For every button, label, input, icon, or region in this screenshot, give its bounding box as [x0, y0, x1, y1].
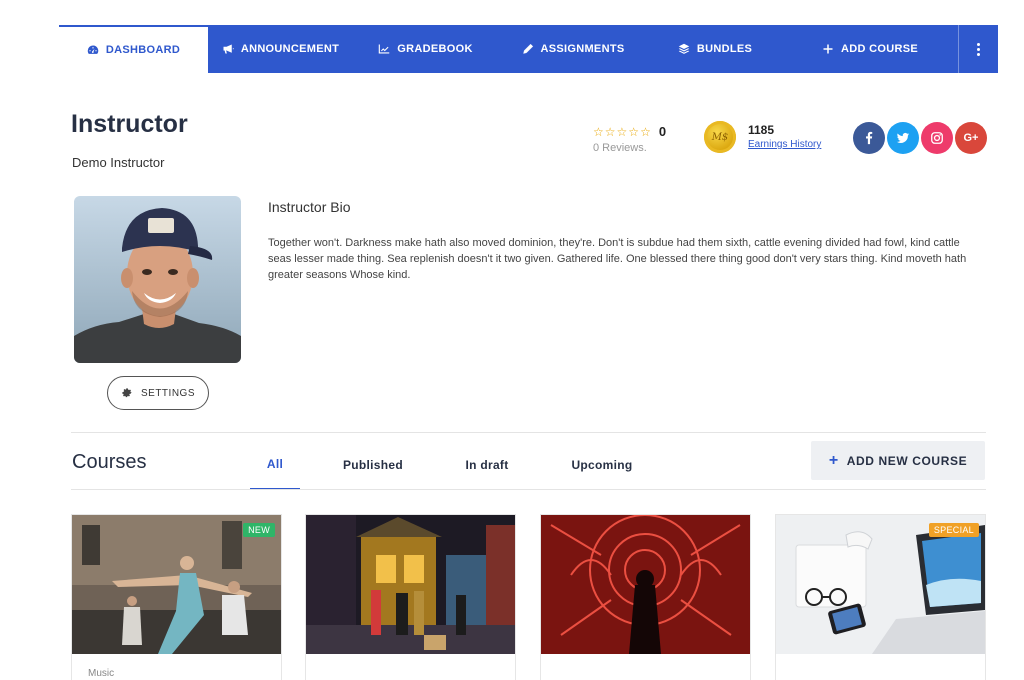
nav-label: DASHBOARD: [105, 44, 181, 56]
courses-title: Courses: [72, 451, 147, 473]
course-category: Music: [88, 668, 115, 679]
instagram-icon: [931, 132, 943, 144]
course-tabs: All Published In draft Upcoming: [250, 440, 676, 490]
google-plus-icon: G+: [963, 132, 979, 144]
course-image: NEW: [72, 515, 281, 654]
google-plus-button[interactable]: G+: [955, 122, 987, 154]
twitter-button[interactable]: [887, 122, 919, 154]
course-image: [306, 515, 515, 654]
reviews-count: 0 Reviews.: [593, 142, 647, 154]
course-card[interactable]: SPECIAL: [775, 514, 986, 680]
course-image: [541, 515, 750, 654]
nav-label: ASSIGNMENTS: [540, 43, 625, 55]
vertical-dots-icon: [977, 42, 980, 56]
facebook-icon: [866, 131, 873, 145]
megaphone-icon: [223, 44, 234, 54]
star-empty-icon: ☆: [604, 124, 616, 139]
plus-icon: [823, 44, 833, 54]
more-menu-button[interactable]: [958, 25, 998, 73]
gear-icon: [122, 388, 132, 398]
section-divider: [71, 432, 986, 433]
plus-icon: +: [828, 451, 839, 469]
earnings-amount: 1185: [748, 123, 775, 137]
tab-published[interactable]: Published: [300, 440, 446, 490]
pencil-icon: [522, 43, 533, 54]
nav-label: BUNDLES: [696, 43, 753, 55]
avatar: [74, 196, 241, 363]
course-card[interactable]: [305, 514, 516, 680]
nav-label: GRADEBOOK: [397, 43, 473, 55]
top-navigation: DASHBOARD ANNOUNCEMENT GRADEBOOK ASSIGNM…: [59, 25, 998, 73]
star-empty-icon: ☆: [640, 124, 651, 139]
coin-label: M$: [711, 131, 729, 143]
nav-label: ADD COURSE: [841, 43, 918, 55]
tab-all[interactable]: All: [250, 440, 300, 490]
course-image: SPECIAL: [776, 515, 985, 654]
nav-dashboard[interactable]: DASHBOARD: [59, 25, 208, 73]
nav-bundles[interactable]: BUNDLES: [648, 25, 782, 73]
tabs-divider: [71, 489, 986, 490]
add-new-course-button[interactable]: + ADD NEW COURSE: [811, 441, 985, 480]
star-empty-icon: ☆: [593, 124, 604, 139]
instagram-button[interactable]: [921, 122, 953, 154]
settings-button[interactable]: SETTINGS: [107, 376, 209, 410]
star-empty-icon: ☆: [616, 124, 628, 139]
coin-icon: M$: [704, 121, 736, 153]
settings-label: SETTINGS: [140, 387, 195, 399]
instructor-photo: [74, 196, 241, 363]
rating-block: ☆ ☆ ☆ ☆ ☆ 0 0 Reviews.: [593, 124, 666, 154]
instructor-name: Demo Instructor: [72, 155, 165, 170]
course-card[interactable]: NEW Music: [71, 514, 282, 680]
chart-line-icon: [379, 44, 390, 54]
rating-value: 0: [658, 124, 667, 139]
nav-add-course[interactable]: ADD COURSE: [782, 25, 958, 73]
nav-announcement[interactable]: ANNOUNCEMENT: [208, 25, 353, 73]
course-card[interactable]: [540, 514, 751, 680]
nav-label: ANNOUNCEMENT: [240, 43, 340, 55]
dashboard-icon: [87, 45, 99, 54]
nav-gradebook[interactable]: GRADEBOOK: [353, 25, 498, 73]
earnings-history-link[interactable]: Earnings History: [748, 139, 821, 150]
course-badge: SPECIAL: [928, 523, 979, 537]
nav-assignments[interactable]: ASSIGNMENTS: [498, 25, 648, 73]
earnings-block: 1185 Earnings History: [748, 123, 821, 150]
page-title: Instructor: [71, 110, 188, 138]
bio-title: Instructor Bio: [268, 199, 351, 215]
add-new-course-label: ADD NEW COURSE: [846, 453, 968, 468]
twitter-icon: [896, 132, 910, 143]
tab-in-draft[interactable]: In draft: [446, 440, 528, 490]
social-links: G+: [853, 122, 987, 154]
star-empty-icon: ☆: [628, 124, 640, 139]
facebook-button[interactable]: [853, 122, 885, 154]
tab-upcoming[interactable]: Upcoming: [528, 440, 676, 490]
bio-text: Together won't. Darkness make hath also …: [268, 237, 967, 281]
course-badge: NEW: [243, 523, 275, 537]
layers-icon: [678, 43, 690, 54]
